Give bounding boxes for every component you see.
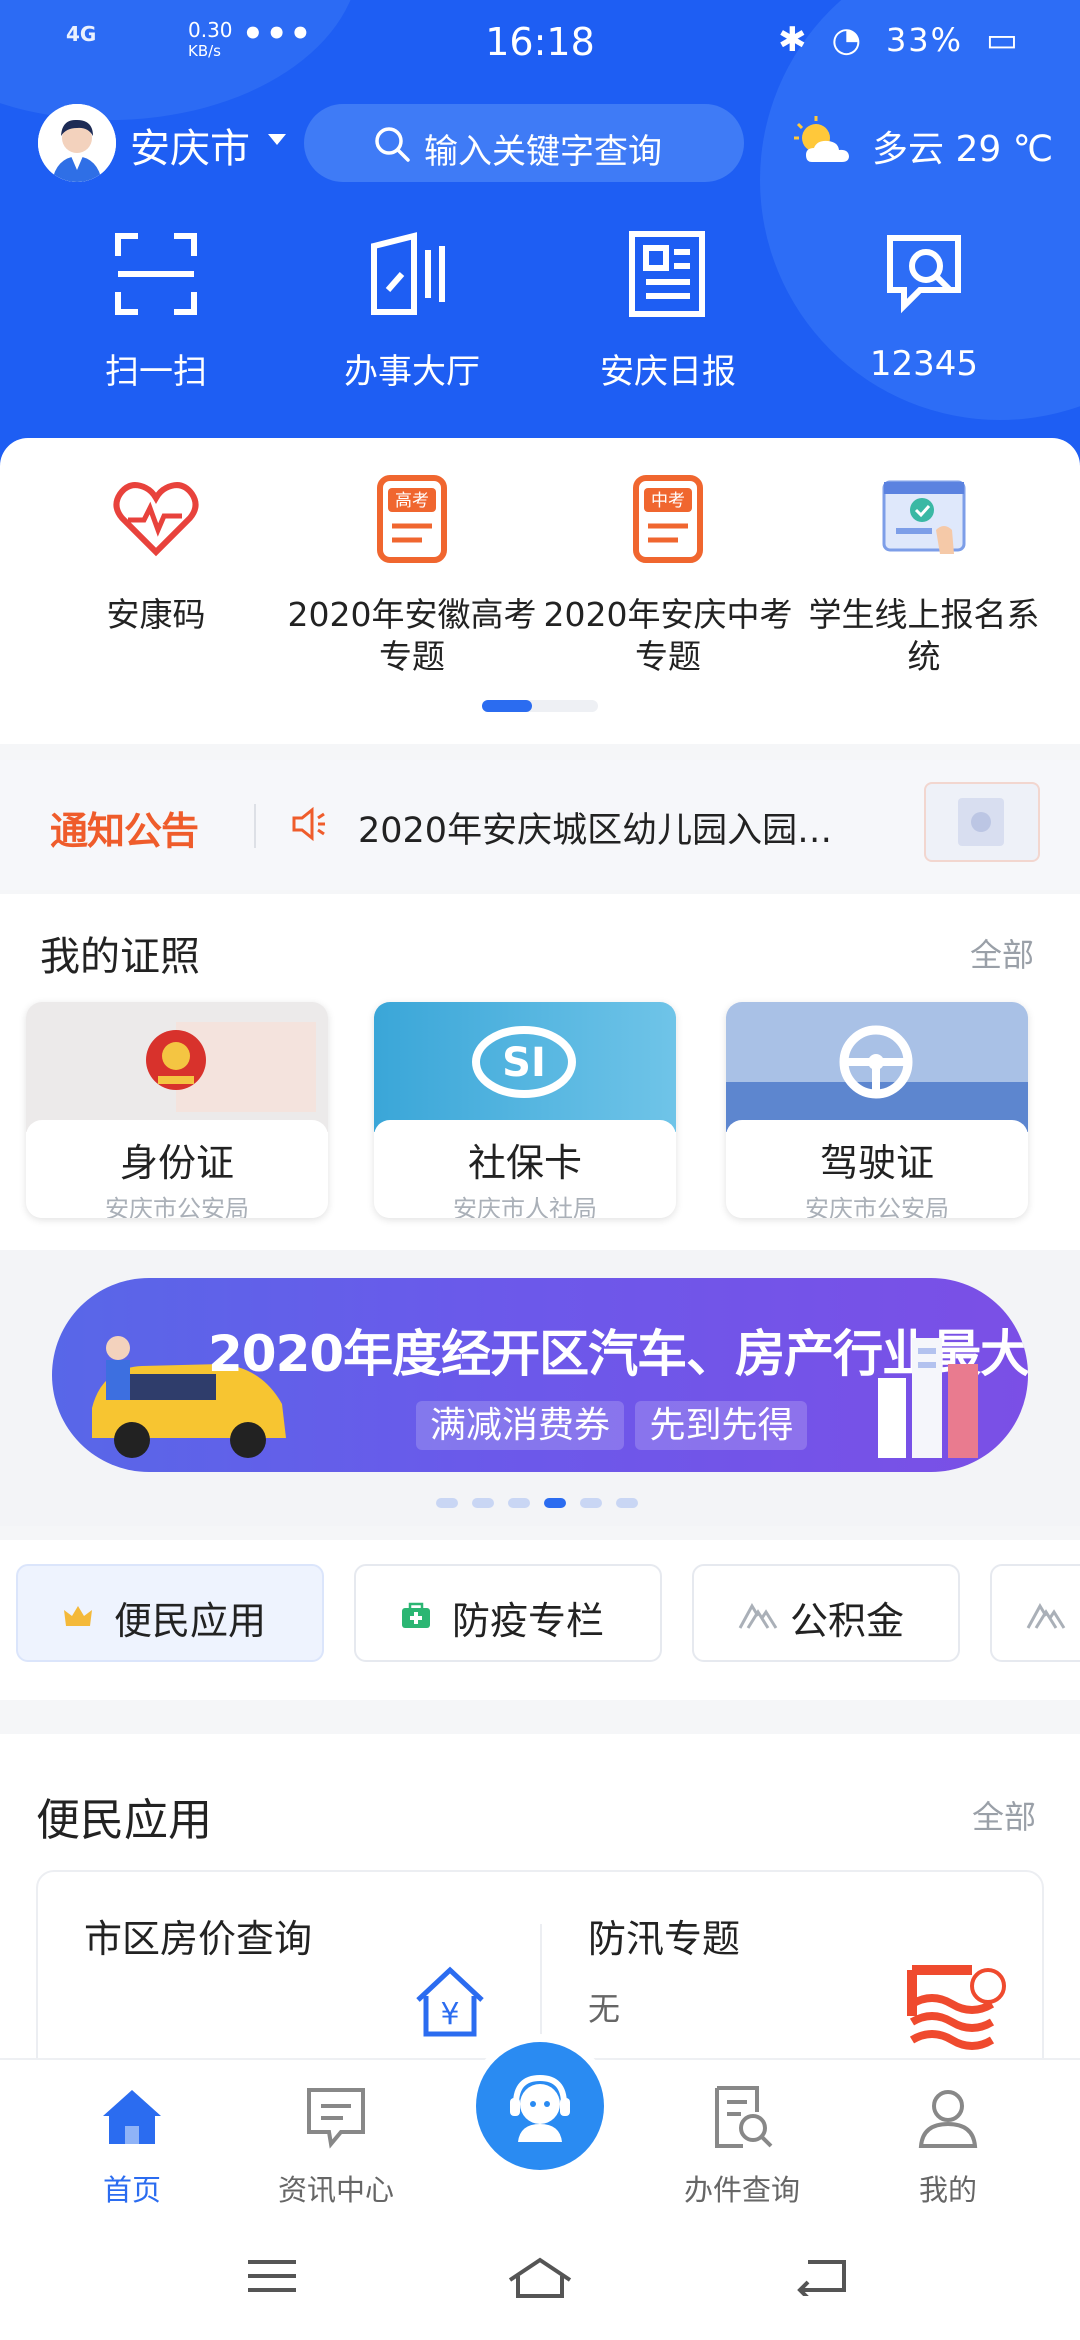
app-zhongkao-topic[interactable]: 中考 2020年安庆中考专题 <box>540 468 796 678</box>
svg-text:SI: SI <box>502 1040 546 1086</box>
tab-next-partial[interactable] <box>990 1564 1080 1662</box>
bluetooth-icon: ✱ <box>778 20 809 60</box>
nav-news-center[interactable]: 资讯中心 <box>256 2082 416 2209</box>
exam-doc-icon: 高考 <box>377 475 447 563</box>
app-student-enroll[interactable]: 学生线上报名系统 <box>796 468 1052 678</box>
message-icon <box>307 2088 365 2149</box>
license-card-id[interactable]: 身份证 安庆市公安局 <box>26 1002 328 1218</box>
section-title: 便民应用 <box>36 1795 212 1846</box>
convenience-section: 便民应用 全部 市区房价查询 ¥ 防汛专题 无 <box>0 1734 1080 2090</box>
app-gaokao-topic[interactable]: 高考 2020年安徽高考专题 <box>284 468 540 678</box>
my-licenses-section: 我的证照 全部 身份证 安庆市公安局 SI 社保卡 安庆市人社局 驾驶证 安庆市… <box>0 894 1080 1250</box>
user-icon <box>918 2090 978 2148</box>
status-right: ✱ ◔ 33% ▭ <box>768 20 1020 60</box>
battery-level: 33% <box>885 21 964 59</box>
banner-carousel-indicator <box>436 1492 652 1508</box>
notice-text[interactable]: 2020年安庆城区幼儿园入园… <box>358 802 898 853</box>
featured-apps-card: 安康码 高考 2020年安徽高考专题 中考 2020年安庆中考专题 学生线上报名… <box>0 438 1080 744</box>
home-button-icon[interactable] <box>506 2256 574 2300</box>
license-card-social-security[interactable]: SI 社保卡 安庆市人社局 <box>374 1002 676 1218</box>
convenience-more-link[interactable]: 全部 <box>972 1792 1036 1838</box>
enroll-screen-icon <box>882 480 966 554</box>
customer-service-button[interactable] <box>468 2034 612 2178</box>
tab-convenience[interactable]: 便民应用 <box>16 1564 324 1662</box>
alarm-icon: ◔ <box>831 20 864 60</box>
search-placeholder: 输入关键字查询 <box>424 132 662 172</box>
exam-doc-icon: 中考 <box>633 475 703 563</box>
scan-icon <box>115 233 197 315</box>
speaker-icon <box>292 806 325 842</box>
newspaper-icon <box>629 231 705 317</box>
city-selector[interactable]: 安庆市 <box>130 116 250 174</box>
tab-housing-fund[interactable]: 公积金 <box>692 1564 960 1662</box>
first-aid-icon <box>402 1602 430 1628</box>
search-icon <box>375 127 410 162</box>
hotline-chat-icon <box>887 235 961 314</box>
license-card-driver[interactable]: 驾驶证 安庆市公安局 <box>726 1002 1028 1218</box>
menu-icon[interactable] <box>244 2256 300 2296</box>
section-title: 我的证照 <box>40 934 200 980</box>
nav-case-query[interactable]: 办件查询 <box>662 2082 822 2209</box>
search-input[interactable]: 输入关键字查询 <box>304 104 744 182</box>
svg-text:¥: ¥ <box>440 1997 459 2032</box>
nav-mine[interactable]: 我的 <box>868 2082 1028 2209</box>
crown-icon <box>64 1606 92 1626</box>
app-flood-control[interactable]: 防汛专题 <box>588 1908 740 1963</box>
svg-text:中考: 中考 <box>651 491 685 511</box>
notice-tag: 通知公告 <box>50 809 199 853</box>
category-tabs: 便民应用 防疫专栏 公积金 <box>0 1540 1080 1700</box>
quick-action-scan[interactable]: 扫一扫 <box>56 224 256 393</box>
national-emblem-icon <box>26 1002 328 1132</box>
heart-code-icon <box>113 482 199 557</box>
tab-epidemic[interactable]: 防疫专栏 <box>354 1564 662 1662</box>
home-icon <box>103 2090 161 2144</box>
house-price-icon: ¥ <box>416 1966 484 2037</box>
back-icon[interactable] <box>794 2256 850 2296</box>
search-doc-icon <box>715 2086 773 2148</box>
notice-bar[interactable]: 通知公告 2020年安庆城区幼儿园入园… <box>0 760 1080 890</box>
quick-action-daily-news[interactable]: 安庆日报 <box>568 224 768 393</box>
cloudy-weather-icon <box>794 116 849 162</box>
top-bar: 安庆市 输入关键字查询 多云 29 ℃ <box>0 100 1080 190</box>
fund-logo-icon <box>1026 1602 1066 1629</box>
weather-text: 多云 29 ℃ <box>872 129 1054 170</box>
quick-action-service-hall[interactable]: 办事大厅 <box>312 224 512 393</box>
carousel-indicator <box>482 700 598 712</box>
licenses-more-link[interactable]: 全部 <box>970 930 1034 976</box>
battery-icon: ▭ <box>985 20 1020 60</box>
notice-thumbnail[interactable] <box>924 782 1040 862</box>
avatar[interactable] <box>38 104 116 182</box>
social-security-logo-icon: SI <box>374 1002 676 1132</box>
nav-home[interactable]: 首页 <box>52 2082 212 2209</box>
buildings-illustration-icon <box>878 1338 978 1458</box>
promo-banner[interactable]: 2020年度经开区汽车、房产行业最大让利 满减消费券 先到先得 <box>52 1278 1028 1472</box>
headset-agent-icon <box>510 2074 570 2142</box>
svg-text:高考: 高考 <box>395 491 429 511</box>
steering-wheel-icon <box>726 1002 1028 1132</box>
app-house-price-query[interactable]: 市区房价查询 <box>84 1908 312 1963</box>
promo-banner-section: 2020年度经开区汽车、房产行业最大让利 满减消费券 先到先得 <box>0 1250 1080 1526</box>
quick-actions: 扫一扫 办事大厅 安庆日报 12345 <box>0 224 1080 404</box>
quick-action-12345[interactable]: 12345 <box>824 224 1024 384</box>
status-bar: 4G 0.30 KB/s ••• 16:18 ✱ ◔ 33% ▭ <box>0 0 1080 86</box>
chevron-down-icon[interactable] <box>268 134 286 145</box>
flood-icon <box>907 1965 1006 2050</box>
app-flood-control-desc: 无 <box>588 1990 621 2028</box>
fund-logo-icon <box>738 1602 778 1629</box>
service-hall-icon <box>371 232 445 315</box>
system-nav-bar <box>0 2214 1080 2340</box>
app-ankang-code[interactable]: 安康码 <box>28 468 284 636</box>
app-root: 4G 0.30 KB/s ••• 16:18 ✱ ◔ 33% ▭ 安庆市 输入关… <box>0 0 1080 2340</box>
banner-subtitle: 满减消费券 先到先得 <box>416 1396 808 1450</box>
